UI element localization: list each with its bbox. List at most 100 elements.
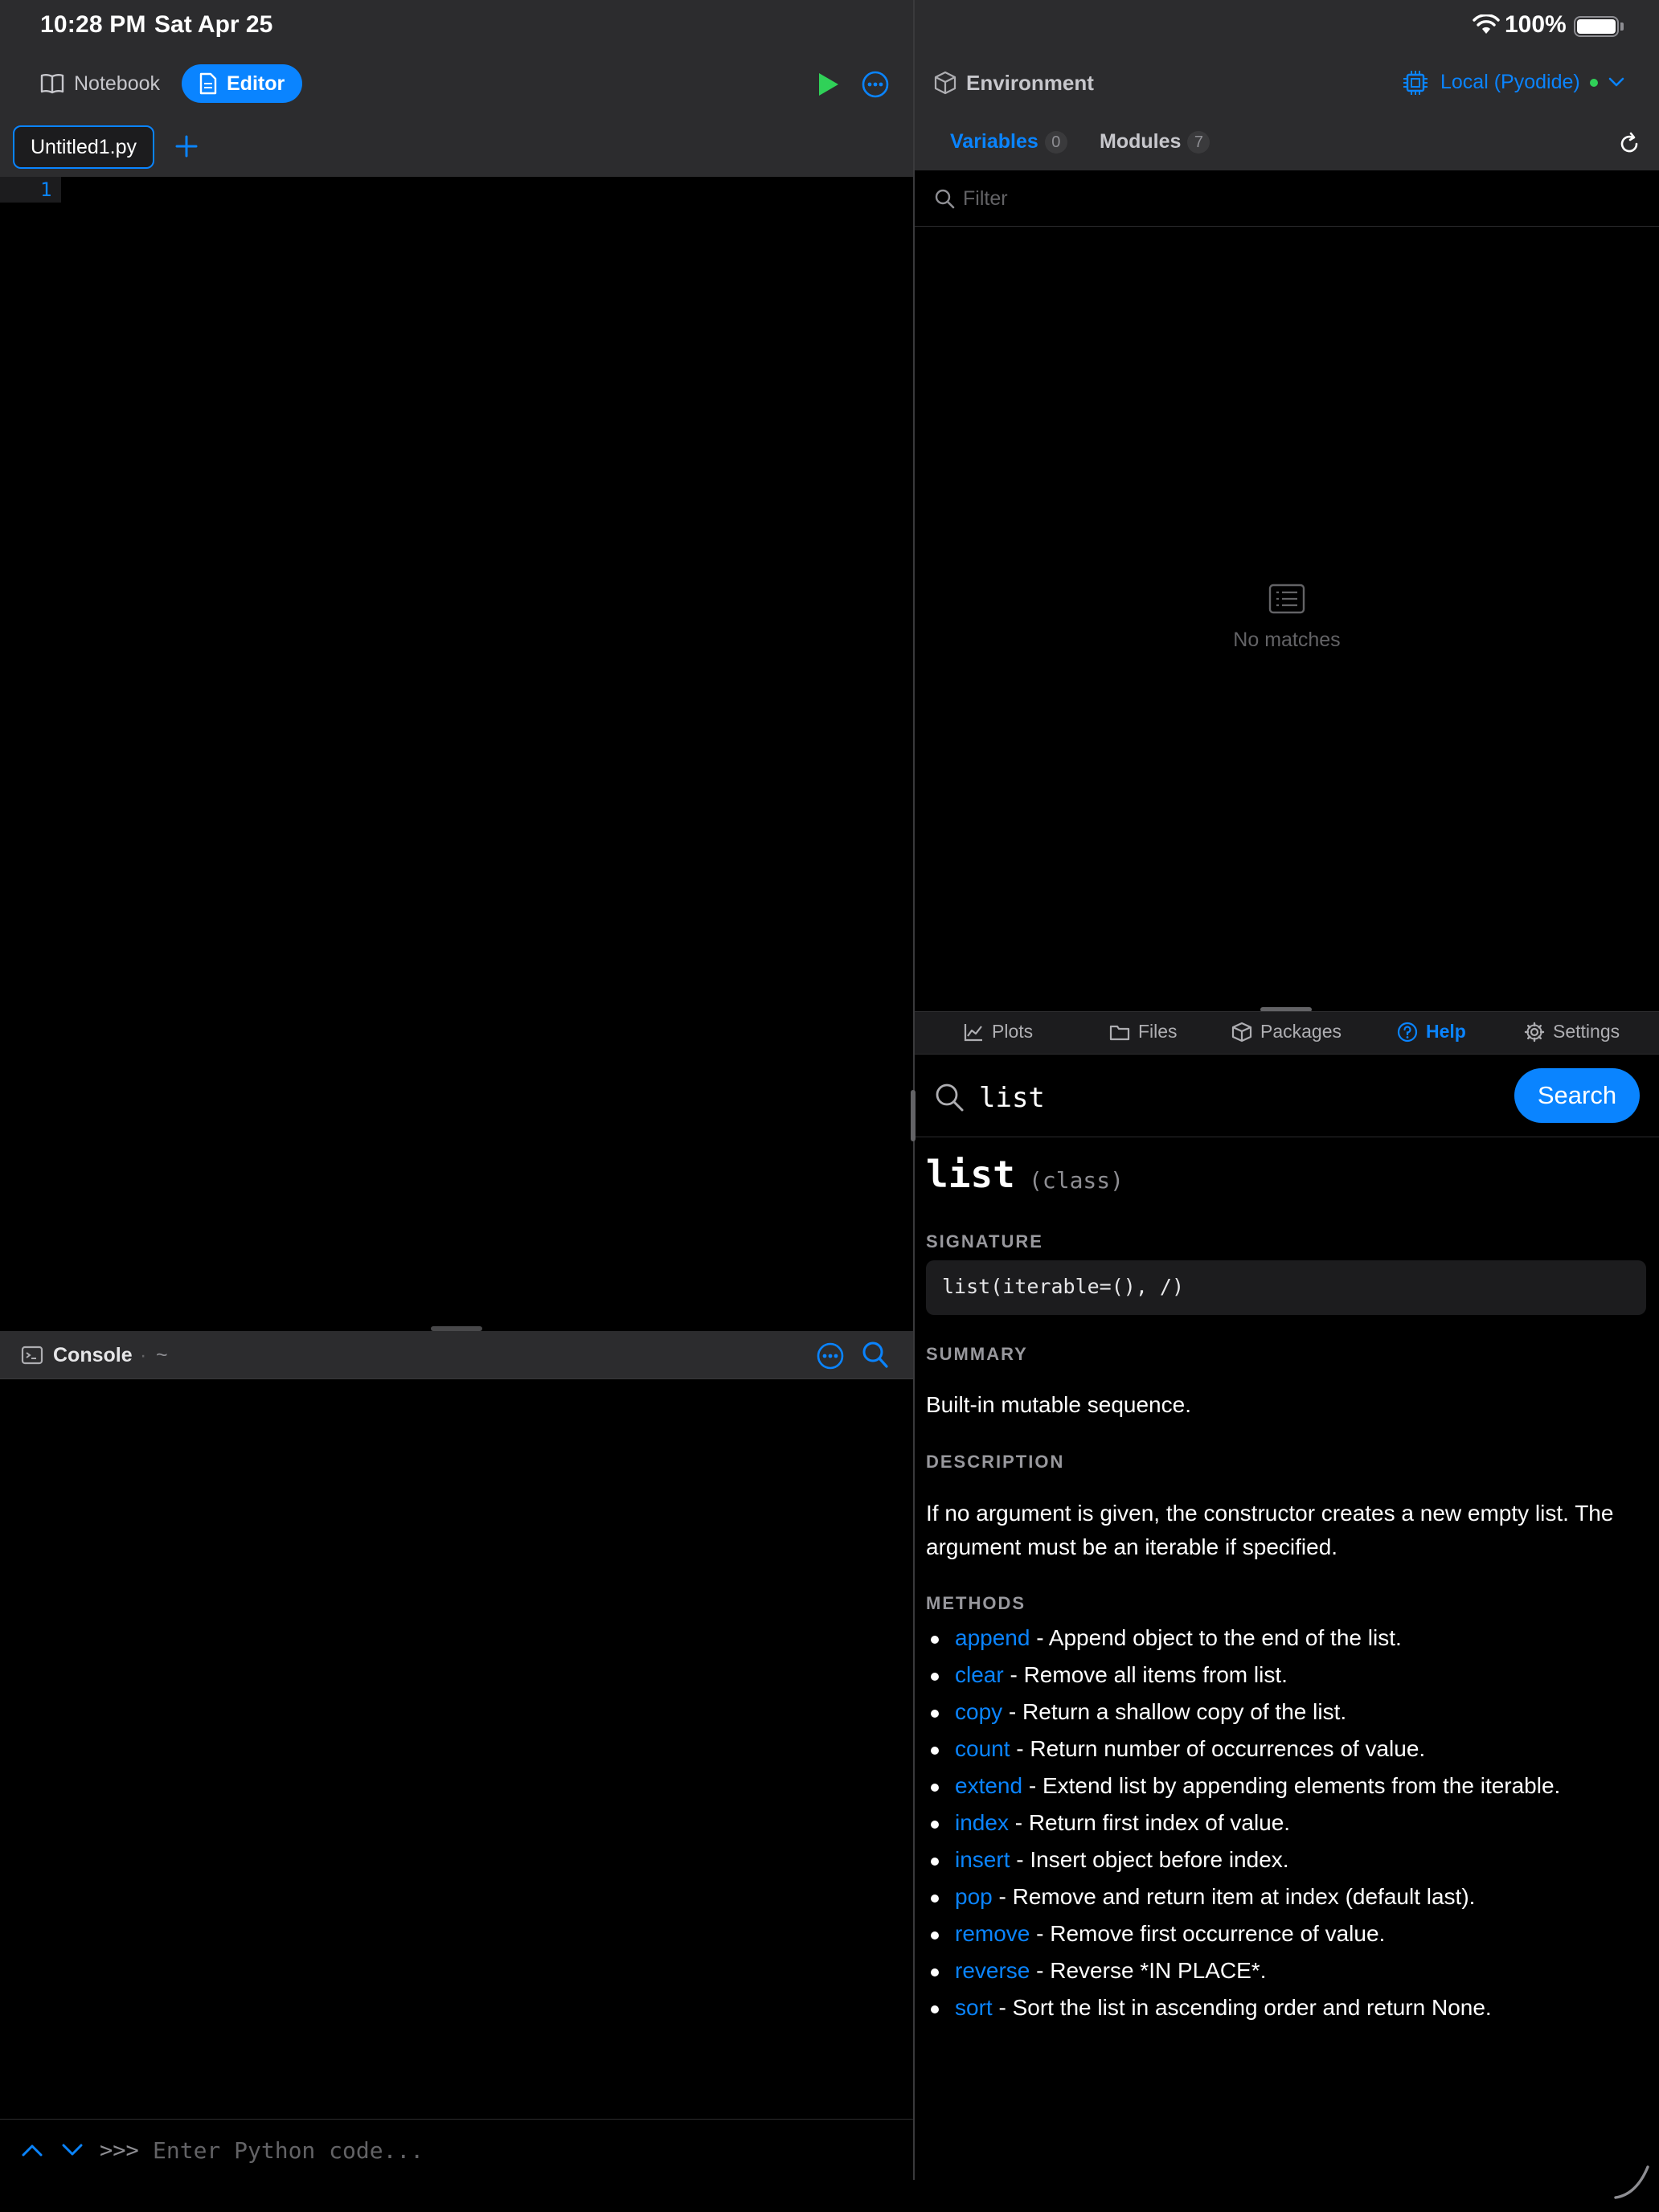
console-input[interactable] xyxy=(153,2133,876,2167)
variables-count-badge: 0 xyxy=(1044,130,1067,154)
tab-modules[interactable]: Modules 7 xyxy=(1100,130,1210,154)
gear-icon xyxy=(1524,1022,1545,1042)
method-link-append[interactable]: append xyxy=(955,1625,1030,1650)
method-link-copy[interactable]: copy xyxy=(955,1699,1002,1724)
refresh-icon[interactable] xyxy=(1617,132,1641,156)
notebook-mode-button[interactable]: Notebook xyxy=(23,64,178,103)
status-time: 10:28 PM xyxy=(40,11,146,38)
method-desc: - Extend list by appending elements from… xyxy=(1022,1773,1561,1798)
editor-mode-button[interactable]: Editor xyxy=(182,64,303,103)
chevron-up-icon[interactable] xyxy=(21,2143,43,2157)
methods-list: append - Append object to the end of the… xyxy=(926,1620,1649,2027)
chart-icon xyxy=(964,1023,982,1041)
book-icon xyxy=(40,74,64,94)
plus-icon[interactable] xyxy=(172,132,201,161)
method-item: copy - Return a shallow copy of the list… xyxy=(926,1694,1649,1731)
method-desc: - Append object to the end of the list. xyxy=(1030,1625,1402,1650)
more-options-icon[interactable] xyxy=(862,71,889,98)
chevron-down-icon[interactable] xyxy=(61,2143,84,2157)
environment-title: Environment xyxy=(966,71,1094,95)
tab-files[interactable]: Files xyxy=(1109,1021,1178,1043)
method-item: pop - Remove and return item at index (d… xyxy=(926,1879,1649,1916)
tab-settings-label: Settings xyxy=(1553,1021,1620,1042)
kernel-selector[interactable]: Local (Pyodide) xyxy=(1440,71,1580,94)
doc-kind: (class) xyxy=(1029,1167,1124,1194)
tab-modules-label: Modules xyxy=(1100,130,1182,153)
battery-percent: 100% xyxy=(1505,11,1567,38)
tab-packages[interactable]: Packages xyxy=(1231,1021,1342,1043)
current-line-gutter xyxy=(0,177,61,203)
empty-state-text: No matches xyxy=(1233,629,1341,651)
summary-heading: SUMMARY xyxy=(926,1344,1028,1364)
modules-count-badge: 7 xyxy=(1187,130,1210,154)
summary-text: Built-in mutable sequence. xyxy=(926,1392,1191,1417)
tab-variables-label: Variables xyxy=(950,130,1038,153)
console-path: ~ xyxy=(156,1344,168,1366)
method-desc: - Return number of occurrences of value. xyxy=(1010,1736,1426,1761)
run-icon[interactable] xyxy=(817,71,841,98)
folder-icon xyxy=(1109,1025,1130,1040)
filter-search-icon xyxy=(935,189,955,209)
battery-icon xyxy=(1574,16,1619,37)
method-item: remove - Remove first occurrence of valu… xyxy=(926,1916,1649,1953)
kernel-chevron-down-icon[interactable] xyxy=(1608,76,1625,88)
doc-title: list xyxy=(926,1153,1015,1196)
tab-plots-label: Plots xyxy=(992,1021,1034,1042)
code-editor[interactable]: 1 xyxy=(0,177,913,1329)
line-number: 1 xyxy=(40,178,52,201)
console-more-icon[interactable] xyxy=(817,1342,844,1370)
method-item: index - Return first index of value. xyxy=(926,1805,1649,1842)
window-resize-grip-icon[interactable] xyxy=(1612,2162,1651,2201)
console-separator: · xyxy=(140,1344,147,1366)
method-desc: - Sort the list in ascending order and r… xyxy=(992,1995,1492,2020)
tab-variables[interactable]: Variables 0 xyxy=(950,130,1067,154)
tab-settings[interactable]: Settings xyxy=(1524,1021,1620,1043)
method-item: count - Return number of occurrences of … xyxy=(926,1731,1649,1768)
method-item: extend - Extend list by appending elemen… xyxy=(926,1768,1649,1805)
cpu-icon[interactable] xyxy=(1402,69,1429,96)
console-header: Console · ~ xyxy=(0,1331,913,1379)
package-icon xyxy=(1231,1022,1252,1042)
method-item: reverse - Reverse *IN PLACE*. xyxy=(926,1953,1649,1990)
method-link-reverse[interactable]: reverse xyxy=(955,1958,1030,1983)
console-search-icon[interactable] xyxy=(862,1341,889,1370)
help-search-button[interactable]: Search xyxy=(1514,1068,1640,1123)
file-tab-untitled1[interactable]: Untitled1.py xyxy=(13,125,154,169)
description-heading: DESCRIPTION xyxy=(926,1452,1065,1472)
method-link-remove[interactable]: remove xyxy=(955,1921,1030,1946)
method-desc: - Return first index of value. xyxy=(1008,1810,1291,1835)
help-search-input[interactable] xyxy=(979,1077,1493,1119)
tab-help[interactable]: Help xyxy=(1397,1021,1466,1043)
console-prompt: >>> xyxy=(100,2138,139,2163)
method-desc: - Return a shallow copy of the list. xyxy=(1002,1699,1347,1724)
description-text: If no argument is given, the constructor… xyxy=(926,1501,1614,1559)
tab-files-label: Files xyxy=(1138,1021,1178,1042)
method-item: sort - Sort the list in ascending order … xyxy=(926,1990,1649,2027)
method-item: clear - Remove all items from list. xyxy=(926,1657,1649,1694)
method-desc: - Remove all items from list. xyxy=(1003,1662,1288,1687)
split-resize-handle[interactable] xyxy=(911,1090,916,1141)
method-link-extend[interactable]: extend xyxy=(955,1773,1022,1798)
tab-plots[interactable]: Plots xyxy=(963,1021,1033,1043)
method-link-index[interactable]: index xyxy=(955,1810,1009,1835)
method-item: insert - Insert object before index. xyxy=(926,1842,1649,1879)
console-output[interactable] xyxy=(0,1380,913,2118)
list-placeholder-icon xyxy=(1268,584,1305,614)
method-link-sort[interactable]: sort xyxy=(955,1995,993,2020)
kernel-status-dot xyxy=(1590,79,1598,87)
method-link-insert[interactable]: insert xyxy=(955,1847,1010,1872)
method-link-pop[interactable]: pop xyxy=(955,1884,993,1909)
method-desc: - Reverse *IN PLACE*. xyxy=(1030,1958,1267,1983)
method-desc: - Remove and return item at index (defau… xyxy=(992,1884,1476,1909)
method-desc: - Remove first occurrence of value. xyxy=(1030,1921,1386,1946)
tab-help-label: Help xyxy=(1426,1021,1466,1042)
methods-heading: METHODS xyxy=(926,1593,1026,1613)
method-link-clear[interactable]: clear xyxy=(955,1662,1004,1687)
document-icon xyxy=(199,72,217,95)
method-desc: - Insert object before index. xyxy=(1010,1847,1289,1872)
battery-tip xyxy=(1620,23,1624,31)
method-link-count[interactable]: count xyxy=(955,1736,1010,1761)
cube-icon xyxy=(934,71,956,95)
help-search-icon xyxy=(936,1083,964,1112)
filter-input[interactable] xyxy=(963,183,1622,214)
